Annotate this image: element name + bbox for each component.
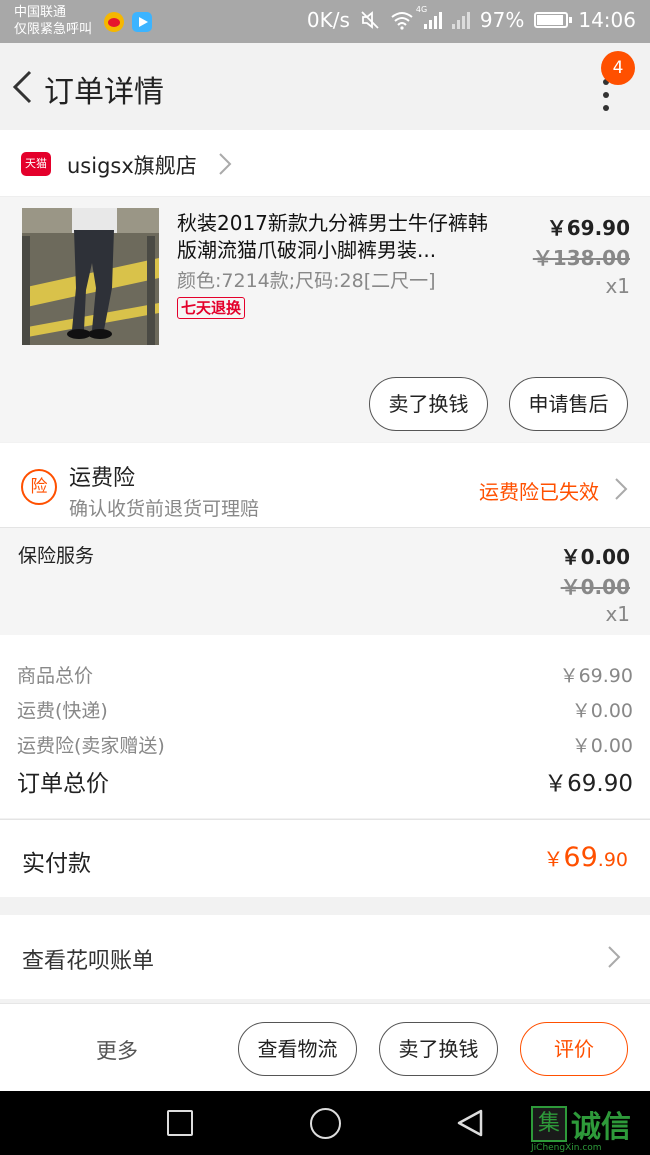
carrier-info: 中国联通 仅限紧急呼叫 — [14, 4, 92, 38]
product-quantity: x1 — [605, 274, 630, 298]
watermark-box: 集 — [531, 1106, 567, 1142]
items-total-label: 商品总价 — [17, 665, 94, 687]
seven-day-return-tag: 七天退换 — [177, 297, 246, 319]
view-logistics-button[interactable]: 查看物流 — [238, 1022, 357, 1076]
insurance-fee-value: ￥0.00 — [571, 735, 633, 757]
shipping-insurance-status: 运费险已失效 — [479, 480, 599, 504]
back-arrow-icon[interactable] — [10, 69, 36, 105]
carrier-status: 仅限紧急呼叫 — [14, 22, 93, 37]
items-total-row: 商品总价 ￥69.90 — [17, 661, 633, 688]
items-total-value: ￥69.90 — [559, 665, 633, 687]
tmall-logo: 天猫 — [21, 152, 51, 176]
sell-for-cash-button[interactable]: 卖了换钱 — [369, 377, 488, 431]
review-button[interactable]: 评价 — [520, 1022, 628, 1076]
recents-icon[interactable] — [167, 1110, 193, 1136]
watermark-logo: 集 诚信 — [531, 1104, 631, 1145]
status-indicators: 0K/s 4G 97% 14:06 — [306, 5, 636, 32]
battery-percent: 97% — [479, 8, 525, 32]
insurance-service-quantity: x1 — [605, 602, 630, 626]
product-original-price: ￥138.00 — [532, 246, 630, 270]
notification-icons — [104, 12, 152, 32]
insurance-service-original-price: ￥0.00 — [560, 575, 630, 599]
signal-icon-2 — [451, 11, 470, 29]
order-total-row: 订单总价 ￥69.90 — [17, 764, 633, 798]
shipping-insurance-title: 运费险 — [69, 466, 136, 491]
currency-symbol: ￥ — [543, 847, 564, 871]
insurance-service-row — [0, 527, 650, 635]
net-speed: 0K/s — [306, 8, 350, 32]
more-button[interactable]: 更多 — [96, 1035, 138, 1065]
insurance-service-price: ￥0.00 — [560, 545, 630, 569]
network-type-label: 4G — [415, 5, 428, 14]
nav-back-icon[interactable] — [455, 1108, 485, 1138]
insurance-chevron-icon[interactable] — [614, 477, 628, 501]
order-total-label: 订单总价 — [17, 771, 109, 797]
shipping-fee-label: 运费(快递) — [17, 700, 108, 722]
app-header: 订单详情 — [0, 43, 650, 129]
huabei-label: 查看花呗账单 — [22, 949, 155, 974]
sell-for-cash-bottom-button[interactable]: 卖了换钱 — [379, 1022, 498, 1076]
product-spec: 颜色:7214款;尺码:28[二尺一] — [177, 270, 436, 292]
shipping-fee-value: ￥0.00 — [571, 700, 633, 722]
product-price: ￥69.90 — [546, 216, 630, 240]
insurance-fee-row: 运费险(卖家赠送) ￥0.00 — [17, 731, 633, 758]
actual-payment-amount: ￥69.90 — [543, 842, 628, 873]
amount-decimal: .90 — [597, 849, 628, 871]
amount-integer: 69 — [563, 842, 598, 873]
watermark-url: JiChengXin.com — [531, 1143, 602, 1153]
page-title: 订单详情 — [44, 75, 164, 110]
clock: 14:06 — [578, 8, 636, 32]
message-badge: 4 — [601, 51, 635, 85]
insurance-fee-label: 运费险(卖家赠送) — [17, 735, 165, 757]
video-app-icon — [132, 12, 152, 32]
watermark-text: 诚信 — [571, 1110, 631, 1145]
shop-name[interactable]: usigsx旗舰店 — [67, 150, 197, 180]
shop-chevron-icon[interactable] — [218, 152, 232, 176]
battery-icon — [534, 12, 573, 28]
actual-payment-label: 实付款 — [22, 851, 91, 877]
huabei-chevron-icon[interactable] — [607, 945, 621, 969]
carrier-name: 中国联通 — [14, 5, 67, 20]
product-thumbnail[interactable] — [22, 208, 159, 345]
insurance-service-label: 保险服务 — [18, 545, 95, 567]
after-sale-button[interactable]: 申请售后 — [509, 377, 628, 431]
insurance-icon: 险 — [21, 469, 57, 505]
jeans-photo-icon — [22, 208, 159, 345]
status-bar: 中国联通 仅限紧急呼叫 0K/s 4G 97% 14:06 — [0, 0, 650, 43]
shipping-insurance-subtitle: 确认收货前退货可理赔 — [69, 498, 260, 520]
order-total-value: ￥69.90 — [544, 771, 633, 797]
product-title[interactable]: 秋装2017新款九分裤男士牛仔裤韩版潮流猫爪破洞小脚裤男装... — [177, 210, 507, 264]
home-icon[interactable] — [310, 1108, 341, 1139]
signal-icon: 4G — [416, 5, 442, 29]
weibo-icon — [104, 12, 124, 32]
shipping-fee-row: 运费(快递) ￥0.00 — [17, 696, 633, 723]
mute-icon — [361, 11, 379, 29]
wifi-icon — [391, 12, 413, 30]
